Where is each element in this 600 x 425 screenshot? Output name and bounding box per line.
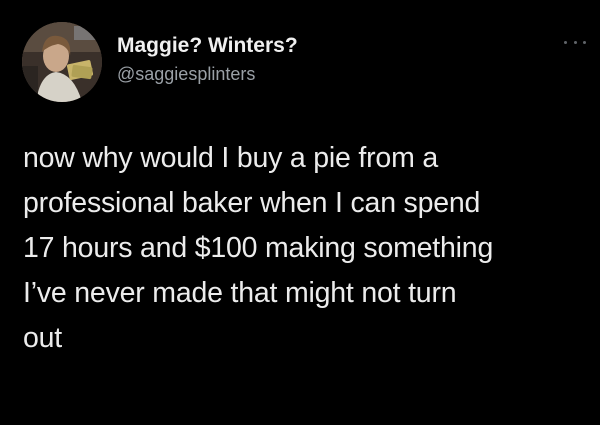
tweet-text-line: 17 hours and $100 making something xyxy=(23,232,494,264)
tweet-text-line: professional baker when I can spend xyxy=(23,187,481,219)
profile-photo-icon xyxy=(22,22,102,102)
author-block: Maggie? Winters? @saggiesplinters xyxy=(117,33,298,86)
author-handle[interactable]: @saggiesplinters xyxy=(117,62,298,86)
tweet-text-line: out xyxy=(23,322,63,354)
more-horizontal-icon-dot xyxy=(573,40,577,44)
avatar[interactable] xyxy=(22,22,102,102)
tweet-text: now why would I buy a pie from a profess… xyxy=(23,136,585,361)
tweet-card: Maggie? Winters? @saggiesplinters now wh… xyxy=(0,0,600,425)
tweet-text-line: now why would I buy a pie from a xyxy=(23,142,438,174)
more-horizontal-icon xyxy=(564,40,567,44)
more-options-button[interactable] xyxy=(564,38,586,46)
author-display-name[interactable]: Maggie? Winters? xyxy=(117,33,298,59)
tweet-text-line: I’ve never made that might not turn xyxy=(23,277,457,309)
more-horizontal-icon-dot xyxy=(583,40,586,44)
